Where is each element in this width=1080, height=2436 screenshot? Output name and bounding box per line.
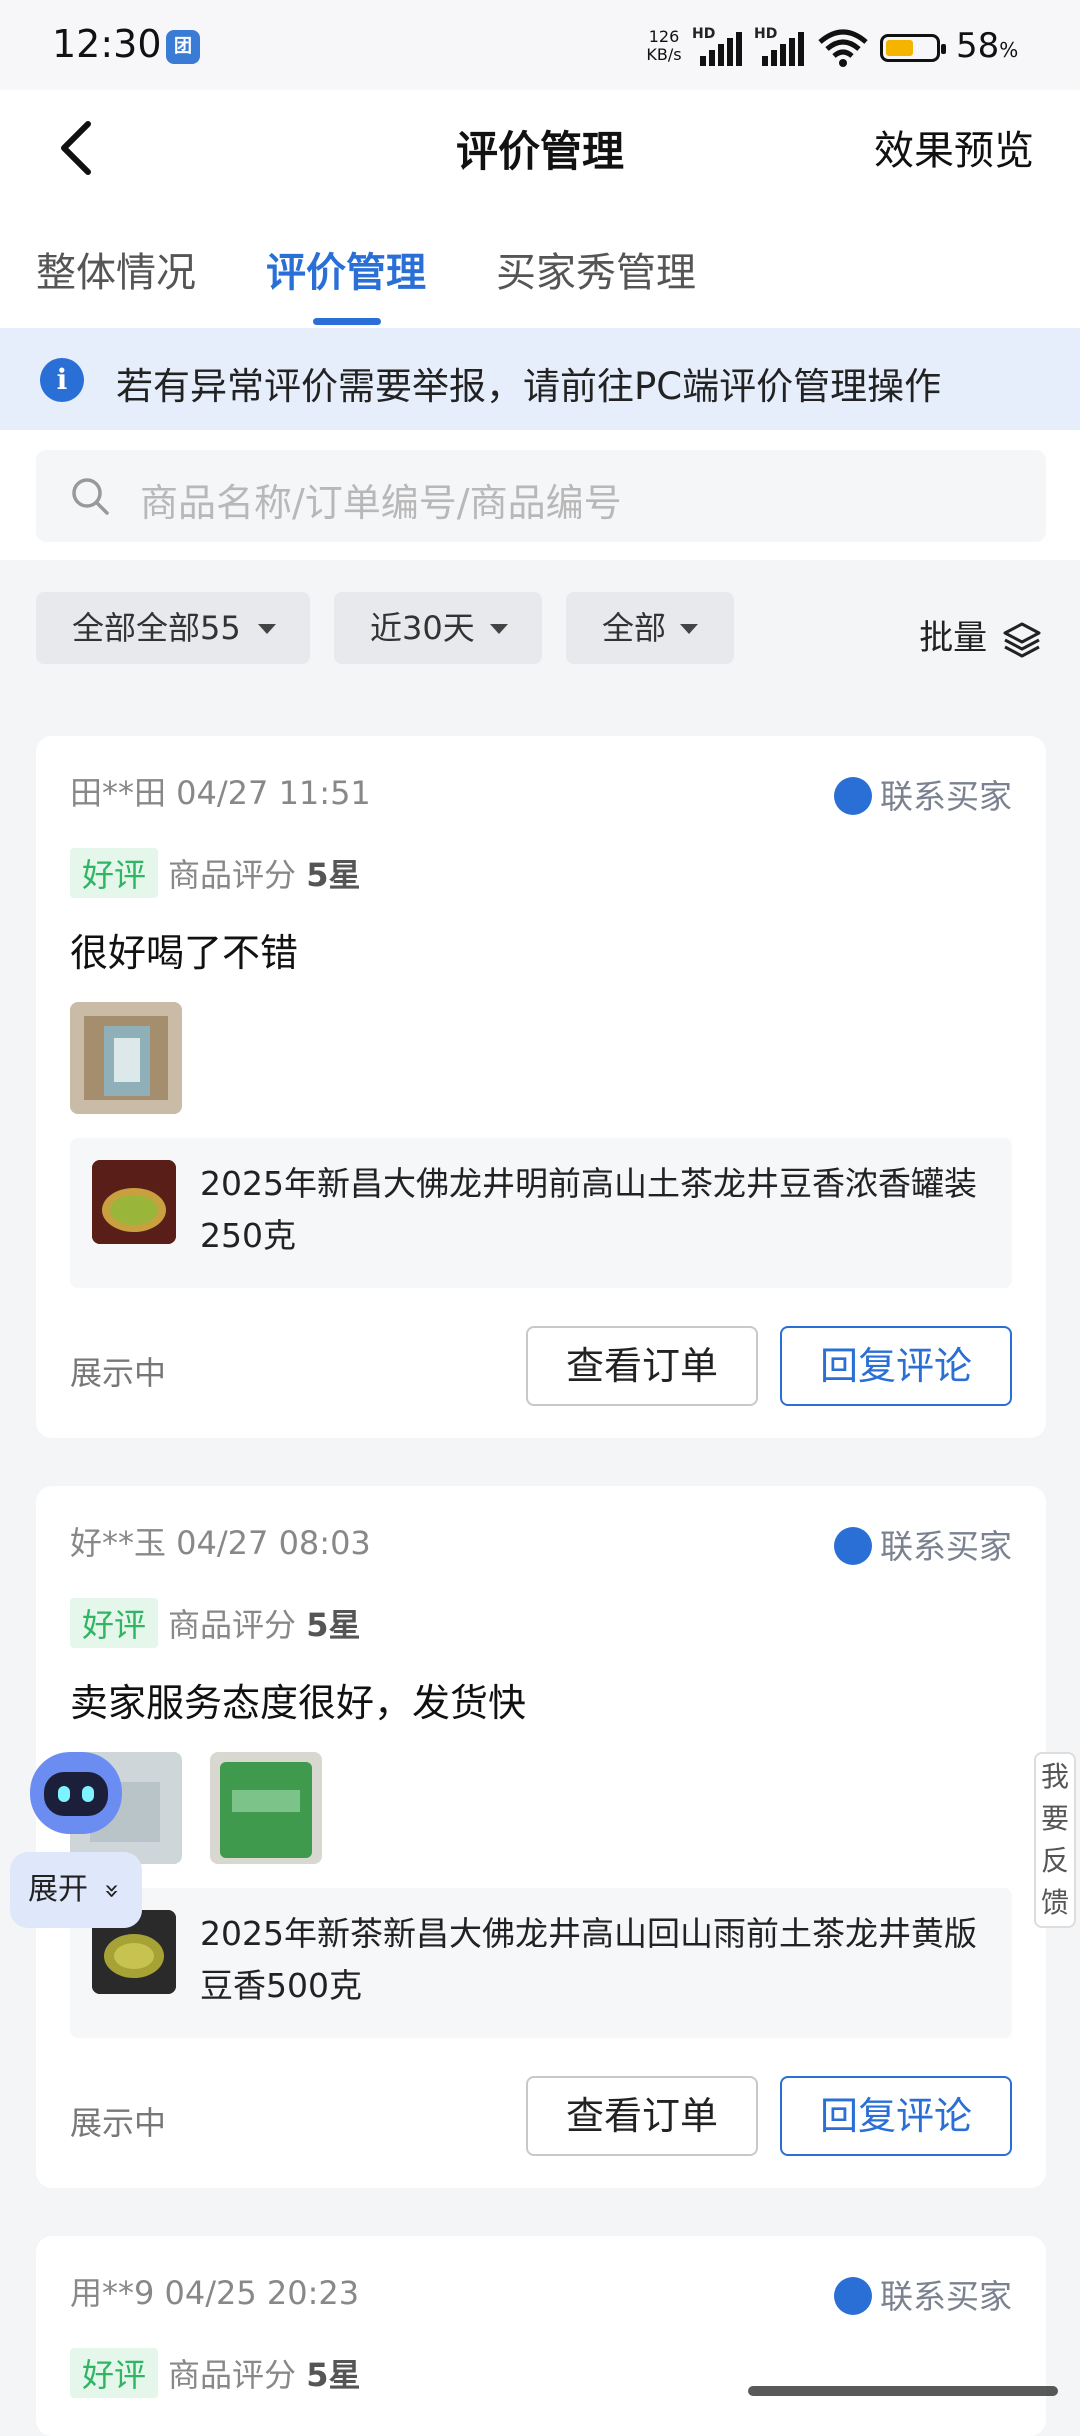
chevron-down-icon: » bbox=[96, 1883, 127, 1899]
product-info[interactable]: 2025年新茶新昌大佛龙井高山回山雨前土茶龙井黄版豆香500克 bbox=[70, 1888, 1012, 2038]
reply-review-button[interactable]: 回复评论 bbox=[780, 1326, 1012, 1406]
contact-buyer-label: 联系买家 bbox=[880, 1527, 1012, 1566]
feedback-char: 反 bbox=[1040, 1844, 1069, 1877]
contact-buyer-icon bbox=[834, 1526, 872, 1565]
review-user-time: 好**玉 04/27 08:03 bbox=[70, 1524, 371, 1562]
rating-value: 5星 bbox=[306, 1606, 361, 1644]
good-review-badge: 好评 bbox=[70, 848, 159, 898]
network-speed-unit: KB/s bbox=[646, 45, 682, 64]
period-filter-dropdown[interactable]: 近30天 bbox=[334, 592, 542, 664]
battery-percent: 58% bbox=[956, 26, 1019, 66]
status-time: 12:30 bbox=[52, 22, 162, 66]
contact-buyer-label: 联系买家 bbox=[880, 777, 1012, 816]
notice-banner: i 若有异常评价需要举报，请前往PC端评价管理操作 bbox=[0, 328, 1080, 430]
effect-preview-button[interactable]: 效果预览 bbox=[874, 118, 1034, 176]
review-card: 好**玉 04/27 08:03 联系买家 好评 商品评分 5星 卖家服务态度很好… bbox=[36, 1486, 1046, 2188]
review-content: 很好喝了不错 bbox=[70, 931, 299, 975]
rating-row: 好评 商品评分 5星 bbox=[70, 1598, 360, 1648]
period-filter-label: 近30天 bbox=[370, 609, 475, 647]
contact-buyer-button[interactable]: 联系买家 bbox=[834, 2270, 1012, 2318]
tab-review-management[interactable]: 评价管理 bbox=[266, 240, 426, 298]
signal-icon-2: HD bbox=[754, 26, 806, 66]
product-image bbox=[92, 1160, 176, 1244]
rating-label: 商品评分 bbox=[168, 2356, 297, 2394]
caret-down-icon bbox=[680, 624, 698, 634]
top-header: 评价管理 效果预览 bbox=[0, 90, 1080, 200]
good-review-badge: 好评 bbox=[70, 1598, 159, 1648]
review-photo[interactable] bbox=[210, 1752, 322, 1864]
reply-review-button[interactable]: 回复评论 bbox=[780, 2076, 1012, 2156]
status-filter-label: 全部全部55 bbox=[72, 609, 241, 647]
status-filter-dropdown[interactable]: 全部全部55 bbox=[36, 592, 310, 664]
caret-down-icon bbox=[490, 624, 508, 634]
app-notification-icon: 团 bbox=[166, 30, 200, 64]
caret-down-icon bbox=[258, 624, 276, 634]
notice-text: 若有异常评价需要举报，请前往PC端评价管理操作 bbox=[116, 365, 942, 408]
review-card: 田**田 04/27 11:51 联系买家 好评 商品评分 5星 很好喝了不错 2… bbox=[36, 736, 1046, 1438]
feedback-char: 我 bbox=[1040, 1760, 1069, 1793]
contact-buyer-icon bbox=[834, 776, 872, 815]
filter-bar: 全部全部55 近30天 全部 批量 bbox=[0, 560, 1080, 700]
battery-icon bbox=[880, 34, 946, 62]
back-arrow-icon[interactable] bbox=[52, 118, 102, 178]
contact-buyer-button[interactable]: 联系买家 bbox=[834, 1520, 1012, 1568]
tab-buyer-show[interactable]: 买家秀管理 bbox=[496, 240, 696, 298]
status-bar: 12:30 团 126 KB/s HD HD 58% bbox=[0, 0, 1080, 90]
rating-label: 商品评分 bbox=[168, 856, 297, 894]
view-order-button[interactable]: 查看订单 bbox=[526, 2076, 758, 2156]
rating-label: 商品评分 bbox=[168, 1606, 297, 1644]
expand-button[interactable]: 展开 » bbox=[10, 1852, 142, 1928]
active-tab-indicator bbox=[313, 318, 381, 325]
review-card: 用**9 04/25 20:23 联系买家 好评 商品评分 5星 bbox=[36, 2236, 1046, 2436]
review-user-time: 用**9 04/25 20:23 bbox=[70, 2274, 360, 2312]
review-content: 卖家服务态度很好，发货快 bbox=[70, 1681, 527, 1725]
info-icon: i bbox=[40, 358, 84, 402]
contact-buyer-button[interactable]: 联系买家 bbox=[834, 770, 1012, 818]
layers-icon bbox=[1003, 622, 1041, 657]
batch-label: 批量 bbox=[919, 618, 988, 658]
sim1-hd-label: HD bbox=[692, 26, 716, 42]
type-filter-dropdown[interactable]: 全部 bbox=[566, 592, 734, 664]
rating-value: 5星 bbox=[306, 856, 361, 894]
product-info[interactable]: 2025年新昌大佛龙井明前高山土茶龙井豆香浓香罐装250克 bbox=[70, 1138, 1012, 1288]
review-user-time: 田**田 04/27 11:51 bbox=[70, 774, 371, 812]
display-status: 展示中 bbox=[70, 1354, 167, 1392]
rating-row: 好评 商品评分 5星 bbox=[70, 2348, 360, 2398]
good-review-badge: 好评 bbox=[70, 2348, 159, 2398]
review-photo[interactable] bbox=[70, 1002, 182, 1114]
tab-overview[interactable]: 整体情况 bbox=[36, 240, 196, 298]
feedback-char: 馈 bbox=[1040, 1886, 1069, 1919]
rating-row: 好评 商品评分 5星 bbox=[70, 848, 360, 898]
search-placeholder: 商品名称/订单编号/商品编号 bbox=[140, 481, 622, 525]
view-order-button[interactable]: 查看订单 bbox=[526, 1326, 758, 1406]
wifi-icon bbox=[818, 29, 868, 67]
contact-buyer-label: 联系买家 bbox=[880, 2277, 1012, 2316]
network-speed-value: 126 bbox=[648, 27, 680, 46]
contact-buyer-icon bbox=[834, 2276, 872, 2315]
type-filter-label: 全部 bbox=[602, 609, 667, 647]
network-speed: 126 KB/s bbox=[644, 28, 684, 64]
ai-assistant-widget[interactable]: 展开 » bbox=[10, 1752, 142, 1928]
gesture-navigation-bar[interactable] bbox=[748, 2386, 1058, 2396]
tab-bar: 整体情况 评价管理 买家秀管理 bbox=[0, 200, 1080, 328]
feedback-char: 要 bbox=[1040, 1802, 1069, 1835]
search-input[interactable]: 商品名称/订单编号/商品编号 bbox=[36, 450, 1046, 542]
feedback-button[interactable]: 我 要 反 馈 bbox=[1034, 1752, 1076, 1928]
display-status: 展示中 bbox=[70, 2104, 167, 2142]
sim2-hd-label: HD bbox=[754, 26, 778, 42]
signal-icon: HD bbox=[692, 26, 744, 66]
rating-value: 5星 bbox=[306, 2356, 361, 2394]
batch-button[interactable]: 批量 bbox=[919, 610, 1042, 659]
search-section: 商品名称/订单编号/商品编号 bbox=[0, 430, 1080, 560]
search-icon bbox=[72, 478, 109, 515]
product-name: 2025年新茶新昌大佛龙井高山回山雨前土茶龙井黄版豆香500克 bbox=[200, 1914, 977, 2005]
robot-icon bbox=[30, 1752, 122, 1834]
product-name: 2025年新昌大佛龙井明前高山土茶龙井豆香浓香罐装250克 bbox=[200, 1164, 977, 1255]
